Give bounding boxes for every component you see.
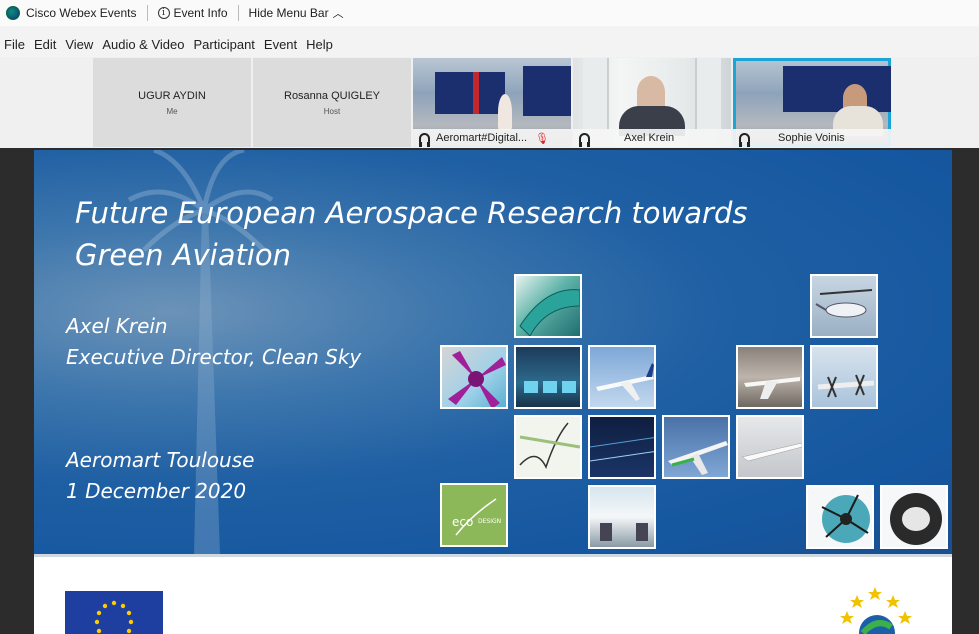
thumb-cabin-interior bbox=[588, 485, 656, 549]
eco-label: eco bbox=[452, 515, 474, 529]
slide-footer bbox=[34, 554, 952, 634]
hide-menu-label: Hide Menu Bar bbox=[248, 6, 329, 20]
thumb-wing-model bbox=[514, 274, 582, 338]
menu-event[interactable]: Event bbox=[264, 37, 297, 52]
divider bbox=[146, 5, 148, 21]
presenter-name: Axel Krein bbox=[66, 314, 168, 338]
video-tile-axel-krein[interactable]: Axel Krein bbox=[573, 58, 731, 147]
banner-stripe bbox=[473, 72, 479, 114]
person-head bbox=[637, 76, 665, 108]
speaker-figure bbox=[498, 94, 512, 130]
title-bar: Cisco Webex Events i Event Info Hide Men… bbox=[0, 0, 979, 26]
thumb-eco-design: eco DESIGN bbox=[440, 483, 508, 547]
thumb-supersonic bbox=[736, 415, 804, 479]
divider bbox=[237, 5, 239, 21]
thumb-regional-jet bbox=[736, 345, 804, 409]
menu-participant[interactable]: Participant bbox=[193, 37, 254, 52]
slide-title: Future European Aerospace Research towar… bbox=[75, 192, 835, 276]
slide-title-line: Future European Aerospace Research towar… bbox=[75, 196, 748, 230]
webex-logo-icon bbox=[6, 6, 20, 20]
video-name: Aeromart#Digital... bbox=[436, 132, 528, 144]
aeromart-banner bbox=[783, 66, 891, 112]
side-banner bbox=[523, 66, 571, 116]
presenter-title: Executive Director, Clean Sky bbox=[66, 345, 362, 369]
menu-help[interactable]: Help bbox=[306, 37, 333, 52]
participant-strip: UGUR AYDIN Me Rosanna QUIGLEY Host Aerom… bbox=[0, 57, 979, 148]
headphones-icon bbox=[579, 132, 590, 147]
participant-role: Me bbox=[166, 106, 178, 116]
thumb-green-aircraft bbox=[662, 415, 730, 479]
eu-flag-logo bbox=[65, 591, 163, 634]
headphones-icon bbox=[739, 132, 750, 147]
mic-muted-icon: 🎙 bbox=[535, 132, 549, 145]
info-icon: i bbox=[157, 7, 170, 19]
event-info-button[interactable]: i Event Info bbox=[157, 6, 228, 20]
hide-menu-bar-button[interactable]: Hide Menu Bar ︿ bbox=[249, 5, 344, 21]
slide-event: Aeromart Toulouse 1 December 2020 bbox=[66, 445, 254, 507]
video-label: Sophie Voinis bbox=[733, 129, 891, 147]
menu-bar: File Edit View Audio & Video Participant… bbox=[0, 33, 979, 55]
menu-view[interactable]: View bbox=[65, 37, 93, 52]
window-frame bbox=[583, 58, 609, 130]
thumb-flight-path bbox=[514, 415, 582, 479]
menu-audio-video[interactable]: Audio & Video bbox=[102, 37, 184, 52]
app-title: Cisco Webex Events bbox=[0, 0, 137, 26]
event-date: 1 December 2020 bbox=[66, 479, 247, 503]
eco-sub-label: DESIGN bbox=[478, 518, 502, 525]
thumb-turbofan bbox=[806, 485, 874, 549]
participant-tile-me[interactable]: UGUR AYDIN Me bbox=[93, 58, 251, 147]
app-name: Cisco Webex Events bbox=[26, 6, 137, 20]
participant-tile-host[interactable]: Rosanna QUIGLEY Host bbox=[253, 58, 411, 147]
thumb-fan-blades bbox=[440, 345, 508, 409]
slide-title-line: Green Aviation bbox=[75, 238, 292, 272]
video-name: Sophie Voinis bbox=[778, 132, 845, 144]
thumb-wing-cfd bbox=[588, 415, 656, 479]
headphones-icon bbox=[419, 132, 430, 147]
aeromart-banner bbox=[435, 72, 505, 114]
video-tile-sophie-voinis[interactable]: Sophie Voinis bbox=[733, 58, 891, 147]
participant-role: Host bbox=[323, 106, 341, 116]
video-tile-aeromart[interactable]: Aeromart#Digital... 🎙 bbox=[413, 58, 571, 147]
event-info-label: Event Info bbox=[173, 6, 228, 20]
event-name: Aeromart Toulouse bbox=[66, 448, 255, 472]
window-frame bbox=[695, 58, 721, 130]
thumb-engine-fan bbox=[880, 485, 948, 549]
thumb-airliner bbox=[588, 345, 656, 409]
participant-name: UGUR AYDIN bbox=[138, 89, 206, 102]
shared-slide: Future European Aerospace Research towar… bbox=[34, 150, 952, 634]
video-label: Axel Krein bbox=[573, 129, 731, 147]
menu-file[interactable]: File bbox=[4, 37, 25, 52]
video-name: Axel Krein bbox=[624, 132, 675, 144]
participant-name: Rosanna QUIGLEY bbox=[284, 89, 380, 102]
thumb-open-rotor bbox=[810, 345, 878, 409]
video-label: Aeromart#Digital... 🎙 bbox=[413, 129, 571, 147]
slide-header-area: Future European Aerospace Research towar… bbox=[34, 150, 952, 554]
slide-presenter: Axel Krein Executive Director, Clean Sky bbox=[66, 311, 361, 373]
thumb-cockpit bbox=[514, 345, 582, 409]
chevron-up-icon: ︿ bbox=[332, 8, 344, 20]
menu-edit[interactable]: Edit bbox=[34, 37, 56, 52]
clean-sky-logo bbox=[840, 587, 912, 634]
thumb-helicopter bbox=[810, 274, 878, 338]
